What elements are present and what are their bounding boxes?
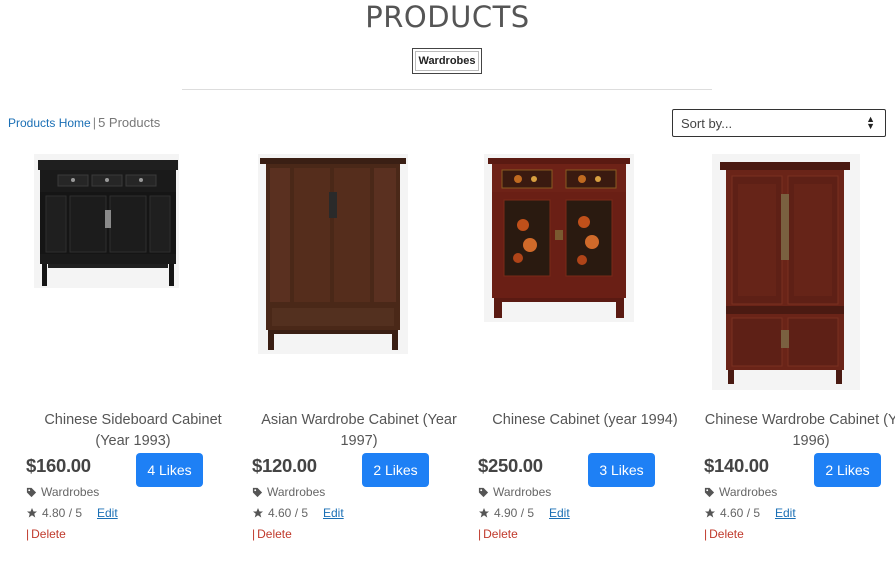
breadcrumb-separator: |	[92, 115, 97, 130]
product-name[interactable]: Asian Wardrobe Cabinet (Year 1997)	[252, 410, 466, 452]
delete-link[interactable]: Delete	[257, 527, 292, 541]
product-card: Asian Wardrobe Cabinet (Year 1997) $120.…	[252, 150, 478, 550]
edit-link[interactable]: Edit	[775, 506, 796, 520]
product-category-label: Wardrobes	[719, 485, 778, 499]
page-title: PRODUCTS	[365, 0, 530, 34]
edit-link[interactable]: Edit	[323, 506, 344, 520]
delete-separator: |	[252, 527, 256, 541]
product-category[interactable]: Wardrobes	[704, 485, 777, 499]
delete-separator: |	[478, 527, 482, 541]
tag-icon	[478, 487, 489, 497]
delete-link[interactable]: Delete	[709, 527, 744, 541]
delete-link[interactable]: Delete	[483, 527, 518, 541]
product-category[interactable]: Wardrobes	[478, 485, 551, 499]
product-card: Chinese Wardrobe Cabinet (Year 1996) $14…	[704, 150, 895, 550]
product-price: $140.00	[704, 455, 769, 476]
products-home-link[interactable]: Products Home	[8, 116, 91, 130]
delete-separator: |	[26, 527, 30, 541]
product-rating: 4.80 / 5	[26, 506, 82, 520]
likes-button[interactable]: 2 Likes	[814, 453, 881, 487]
product-category-label: Wardrobes	[267, 485, 326, 499]
edit-link[interactable]: Edit	[97, 506, 118, 520]
delete-separator: |	[704, 527, 708, 541]
sort-select[interactable]: Sort by... ▲ ▼	[672, 109, 886, 137]
star-icon	[253, 508, 263, 518]
star-icon	[705, 508, 715, 518]
product-name[interactable]: Chinese Cabinet (year 1994)	[478, 410, 692, 431]
product-price: $120.00	[252, 455, 317, 476]
product-rating-value: 4.80 / 5	[42, 506, 83, 520]
likes-button[interactable]: 3 Likes	[588, 453, 655, 487]
product-rating-value: 4.90 / 5	[494, 506, 535, 520]
tag-icon	[704, 487, 715, 497]
product-rating: 4.90 / 5	[478, 506, 534, 520]
product-rating: 4.60 / 5	[252, 506, 308, 520]
product-price: $160.00	[26, 455, 91, 476]
likes-button[interactable]: 4 Likes	[136, 453, 203, 487]
product-image[interactable]	[478, 150, 704, 395]
edit-link[interactable]: Edit	[549, 506, 570, 520]
product-count: 5 Products	[98, 115, 161, 130]
category-filter-wardrobes[interactable]: Wardrobes	[412, 48, 482, 74]
likes-button[interactable]: 2 Likes	[362, 453, 429, 487]
delete-link[interactable]: Delete	[31, 527, 66, 541]
star-icon	[27, 508, 37, 518]
sort-arrows-icon: ▲ ▼	[866, 114, 875, 131]
product-rating-value: 4.60 / 5	[268, 506, 309, 520]
product-image[interactable]	[26, 150, 252, 395]
product-price: $250.00	[478, 455, 543, 476]
product-card: Chinese Cabinet (year 1994) $250.00 3 Li…	[478, 150, 704, 550]
product-name[interactable]: Chinese Sideboard Cabinet (Year 1993)	[26, 410, 240, 452]
product-category-label: Wardrobes	[493, 485, 552, 499]
product-category[interactable]: Wardrobes	[252, 485, 325, 499]
star-icon	[479, 508, 489, 518]
delete-row: | Delete	[26, 527, 66, 541]
delete-row: | Delete	[252, 527, 292, 541]
header-divider	[182, 89, 712, 90]
product-image[interactable]	[704, 150, 895, 395]
delete-row: | Delete	[704, 527, 744, 541]
product-category[interactable]: Wardrobes	[26, 485, 99, 499]
sort-select-value: Sort by...	[681, 115, 733, 131]
tag-icon	[252, 487, 263, 497]
product-card: Chinese Sideboard Cabinet (Year 1993) $1…	[26, 150, 252, 550]
product-name[interactable]: Chinese Wardrobe Cabinet (Year 1996)	[704, 410, 895, 452]
product-image[interactable]	[252, 150, 478, 395]
product-rating-value: 4.60 / 5	[720, 506, 761, 520]
product-category-label: Wardrobes	[41, 485, 100, 499]
tag-icon	[26, 487, 37, 497]
breadcrumb: Products Home | 5 Products	[8, 115, 160, 130]
delete-row: | Delete	[478, 527, 518, 541]
product-rating: 4.60 / 5	[704, 506, 760, 520]
